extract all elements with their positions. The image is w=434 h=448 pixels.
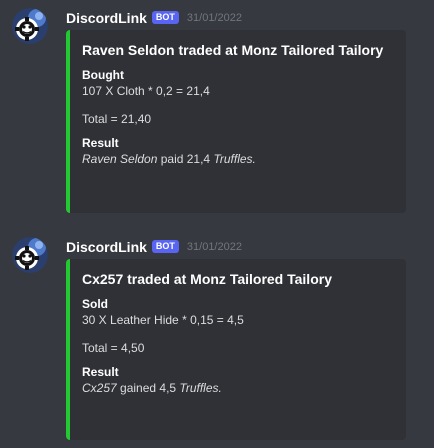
message-header: DiscordLink BOT 31/01/2022	[66, 237, 242, 257]
embed-field-sold: Sold 30 X Leather Hide * 0,15 = 4,5	[82, 296, 394, 328]
trade-embed: Raven Seldon traded at Monz Tailored Tai…	[66, 30, 406, 213]
embed-field-bought: Bought 107 X Cloth * 0,2 = 21,4	[82, 67, 394, 99]
field-value: 107 X Cloth * 0,2 = 21,4	[82, 84, 210, 98]
result-actor: Raven Seldon	[82, 152, 158, 166]
field-value: 30 X Leather Hide * 0,15 = 4,5	[82, 313, 244, 327]
embed-title: Cx257 traded at Monz Tailored Tailory	[82, 271, 332, 287]
result-value: Cx257 gained 4,5 Truffles.	[82, 380, 394, 396]
field-name: Result	[82, 365, 119, 379]
bot-badge: BOT	[151, 10, 179, 24]
result-value: Raven Seldon paid 21,4 Truffles.	[82, 151, 394, 167]
result-item: Truffles.	[213, 152, 256, 166]
embed-field-result: Result Raven Seldon paid 21,4 Truffles.	[82, 135, 394, 167]
embed-field-result: Result Cx257 gained 4,5 Truffles.	[82, 364, 394, 396]
result-item: Truffles.	[179, 381, 222, 395]
message-header: DiscordLink BOT 31/01/2022	[66, 8, 242, 28]
result-verb: paid 21,4	[157, 152, 214, 166]
result-verb: gained 4,5	[116, 381, 180, 395]
discordlink-avatar-icon[interactable]	[12, 237, 48, 273]
embed-title: Raven Seldon traded at Monz Tailored Tai…	[82, 42, 384, 58]
embed-total: Total = 21,40	[82, 112, 152, 126]
message-feed: DiscordLink BOT 31/01/2022 Raven Seldon …	[0, 0, 434, 448]
field-name: Bought	[82, 68, 124, 82]
author-name[interactable]: DiscordLink	[66, 239, 147, 255]
trade-embed: Cx257 traded at Monz Tailored Tailory So…	[66, 259, 406, 440]
discordlink-avatar-icon[interactable]	[12, 8, 48, 44]
field-name: Sold	[82, 297, 108, 311]
field-name: Result	[82, 136, 119, 150]
embed-total: Total = 4,50	[82, 341, 145, 355]
result-actor: Cx257	[82, 381, 117, 395]
message-timestamp[interactable]: 31/01/2022	[187, 241, 242, 253]
bot-badge: BOT	[151, 239, 179, 253]
message-timestamp[interactable]: 31/01/2022	[187, 12, 242, 24]
author-name[interactable]: DiscordLink	[66, 10, 147, 26]
